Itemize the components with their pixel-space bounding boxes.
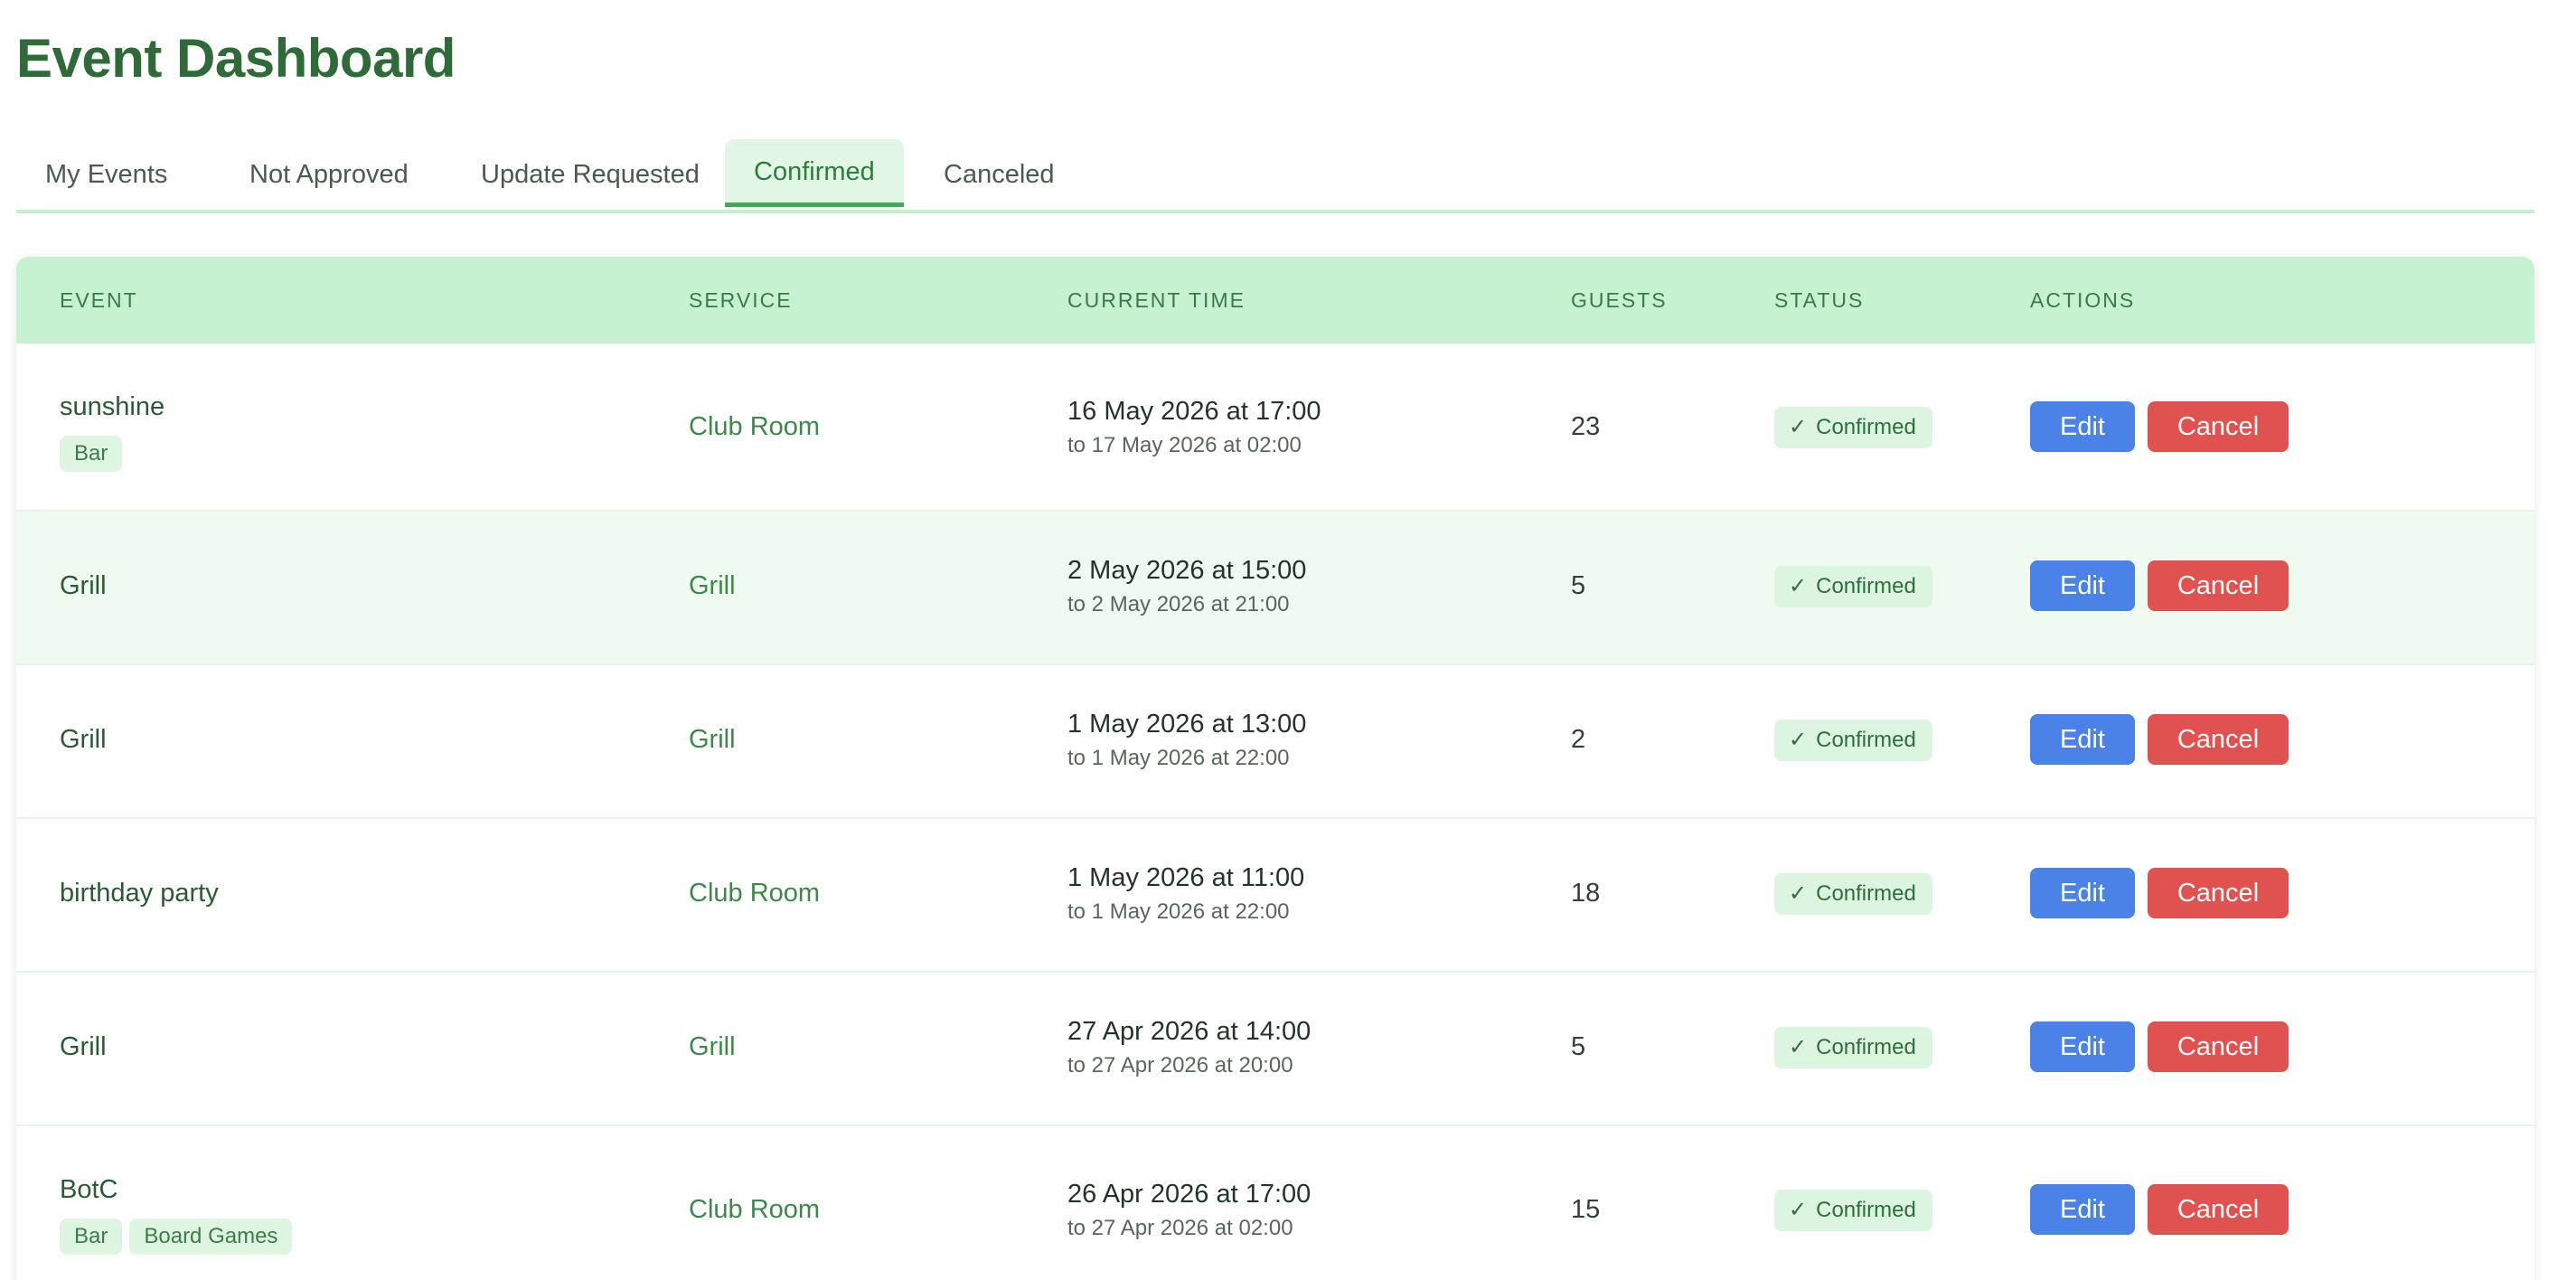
status-badge: ✓ Confirmed (1774, 1027, 1932, 1068)
event-tag: Board Games (129, 1219, 293, 1255)
cancel-button[interactable]: Cancel (2148, 560, 2289, 611)
status-label: Confirmed (1816, 574, 1916, 598)
edit-button[interactable]: Edit (2030, 714, 2135, 765)
event-name: sunshine (60, 392, 165, 421)
guest-count: 5 (1571, 1032, 1586, 1061)
time-end: to 27 Apr 2026 at 02:00 (1067, 1216, 1293, 1240)
column-header-actions: ACTIONS (2030, 288, 2136, 312)
table-row[interactable]: BotC Bar Board Games Club Room 26 Apr 202… (16, 1126, 2534, 1280)
table-row[interactable]: birthday party Club Room 1 May 2026 at 1… (16, 819, 2534, 973)
status-label: Confirmed (1816, 1035, 1916, 1059)
guest-count: 5 (1571, 571, 1586, 600)
guest-count: 23 (1571, 412, 1601, 441)
event-name: Grill (60, 1032, 107, 1061)
time-start: 1 May 2026 at 13:00 (1067, 710, 1307, 739)
event-name: Grill (60, 725, 107, 754)
time-start: 2 May 2026 at 15:00 (1067, 556, 1307, 585)
table-row[interactable]: Grill Grill 27 Apr 2026 at 14:00 to 27 A… (16, 973, 2534, 1126)
event-dashboard-page: Event Dashboard My Events Not Approved U… (0, 0, 2576, 1280)
service-name: Grill (689, 571, 736, 600)
table-row[interactable]: sunshine Bar Club Room 16 May 2026 at 17… (16, 344, 2534, 512)
service-name: Grill (689, 1032, 736, 1061)
event-tag: Bar (60, 1219, 123, 1255)
page-title: Event Dashboard (16, 28, 456, 89)
event-name: BotC (60, 1175, 118, 1204)
guest-count: 2 (1571, 725, 1586, 754)
column-header-event: EVENT (60, 288, 138, 312)
cancel-button[interactable]: Cancel (2148, 714, 2289, 765)
check-icon: ✓ (1789, 881, 1808, 906)
tab-my-events[interactable]: My Events (16, 139, 196, 210)
event-name: Grill (60, 571, 107, 600)
tab-update-requested[interactable]: Update Requested (452, 139, 729, 210)
event-tag: Bar (60, 436, 123, 472)
time-start: 16 May 2026 at 17:00 (1067, 397, 1321, 426)
service-name: Grill (689, 725, 736, 754)
event-name: birthday party (60, 879, 219, 908)
column-header-service: SERVICE (689, 288, 793, 312)
guest-count: 18 (1571, 879, 1601, 908)
cancel-button[interactable]: Cancel (2148, 868, 2289, 918)
event-tags: Bar (60, 436, 129, 472)
cancel-button[interactable]: Cancel (2148, 1021, 2289, 1072)
status-badge: ✓ Confirmed (1774, 566, 1932, 607)
time-end: to 1 May 2026 at 22:00 (1067, 746, 1290, 770)
guest-count: 15 (1571, 1195, 1601, 1224)
table-row[interactable]: Grill Grill 2 May 2026 at 15:00 to 2 May… (16, 512, 2534, 665)
time-start: 1 May 2026 at 11:00 (1067, 863, 1305, 892)
status-badge: ✓ Confirmed (1774, 1190, 1932, 1231)
column-header-current-time: CURRENT TIME (1067, 288, 1246, 312)
event-tags: Bar Board Games (60, 1219, 299, 1255)
status-label: Confirmed (1816, 1198, 1916, 1222)
check-icon: ✓ (1789, 1198, 1808, 1222)
column-header-guests: GUESTS (1571, 288, 1668, 312)
table-row[interactable]: Grill Grill 1 May 2026 at 13:00 to 1 May… (16, 665, 2534, 819)
time-end: to 2 May 2026 at 21:00 (1067, 592, 1290, 616)
status-label: Confirmed (1816, 415, 1916, 439)
time-end: to 27 Apr 2026 at 20:00 (1067, 1053, 1293, 1078)
cancel-button[interactable]: Cancel (2148, 401, 2289, 452)
service-name: Club Room (689, 879, 821, 908)
cancel-button[interactable]: Cancel (2148, 1184, 2289, 1235)
edit-button[interactable]: Edit (2030, 868, 2135, 918)
table-header: EVENT SERVICE CURRENT TIME GUESTS STATUS… (16, 257, 2534, 344)
check-icon: ✓ (1789, 415, 1808, 439)
edit-button[interactable]: Edit (2030, 1021, 2135, 1072)
tab-bar: My Events Not Approved Update Requested … (16, 139, 2534, 213)
status-badge: ✓ Confirmed (1774, 720, 1932, 761)
tab-not-approved[interactable]: Not Approved (221, 139, 437, 210)
time-end: to 17 May 2026 at 02:00 (1067, 433, 1302, 457)
tab-confirmed[interactable]: Confirmed (725, 139, 904, 207)
service-name: Club Room (689, 412, 821, 441)
check-icon: ✓ (1789, 574, 1808, 598)
status-badge: ✓ Confirmed (1774, 873, 1932, 915)
edit-button[interactable]: Edit (2030, 1184, 2135, 1235)
status-badge: ✓ Confirmed (1774, 407, 1932, 448)
check-icon: ✓ (1789, 728, 1808, 752)
events-table: EVENT SERVICE CURRENT TIME GUESTS STATUS… (16, 257, 2534, 1280)
tab-canceled[interactable]: Canceled (915, 139, 1084, 210)
edit-button[interactable]: Edit (2030, 560, 2135, 611)
service-name: Club Room (689, 1195, 821, 1224)
check-icon: ✓ (1789, 1035, 1808, 1059)
time-start: 27 Apr 2026 at 14:00 (1067, 1017, 1312, 1046)
column-header-status: STATUS (1774, 288, 1865, 312)
edit-button[interactable]: Edit (2030, 401, 2135, 452)
time-end: to 1 May 2026 at 22:00 (1067, 899, 1290, 924)
time-start: 26 Apr 2026 at 17:00 (1067, 1180, 1312, 1209)
status-label: Confirmed (1816, 881, 1916, 906)
status-label: Confirmed (1816, 728, 1916, 752)
